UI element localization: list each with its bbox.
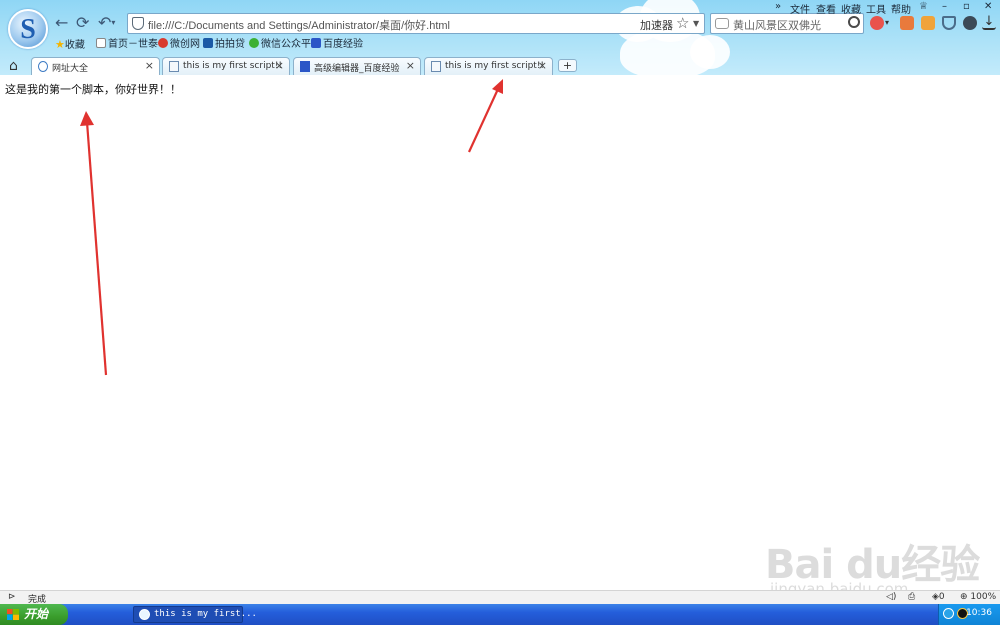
page-icon xyxy=(431,61,441,72)
screenshot-icon[interactable]: ⎙ xyxy=(908,592,915,602)
minimize-button[interactable]: – xyxy=(942,1,947,12)
weichuang-icon xyxy=(158,38,168,48)
security-count[interactable]: ◈0 xyxy=(932,592,945,602)
back-arrow-icon[interactable]: ← xyxy=(55,14,68,32)
bookmark-item[interactable]: 微创网 xyxy=(158,38,200,52)
bookmark-favorites[interactable]: ★收藏 xyxy=(55,38,85,52)
browser-app-icon xyxy=(139,609,150,620)
weibo-icon[interactable] xyxy=(870,16,884,30)
search-input[interactable]: 黄山风景区双佛光 xyxy=(733,17,821,33)
address-bar[interactable]: file:///C:/Documents and Settings/Admini… xyxy=(127,13,705,34)
tab-label: 高级编辑器_百度经验 xyxy=(314,64,400,74)
menu-view[interactable]: 查看 xyxy=(816,1,836,16)
page-icon xyxy=(169,61,179,72)
taskbar-window-label: this is my first... xyxy=(154,609,257,619)
tray-browser-icon[interactable] xyxy=(943,608,954,619)
system-tray: 10:36 xyxy=(938,604,1000,625)
baidu-paw-icon xyxy=(311,38,321,48)
chevron-down-icon[interactable]: ▼ xyxy=(693,19,699,28)
clock: 10:36 xyxy=(966,608,992,618)
page-body-text: 这是我的第一个脚本，你好世界！！ xyxy=(5,83,181,96)
close-icon[interactable]: × xyxy=(406,59,415,72)
menu-help[interactable]: 帮助 xyxy=(891,1,911,16)
zoom-value: 100% xyxy=(970,592,997,602)
skin-icon[interactable]: ♕ xyxy=(919,1,928,12)
menu-favorites[interactable]: 收藏 xyxy=(841,1,861,16)
search-engine-icon[interactable] xyxy=(715,18,729,29)
search-icon[interactable] xyxy=(848,16,860,28)
tab-first-script[interactable]: this is my first script!! × xyxy=(424,57,553,75)
start-button[interactable]: 开始 xyxy=(0,604,68,625)
sidebar-toggle-icon[interactable]: ⊳ xyxy=(8,592,16,602)
security-count-value: 0 xyxy=(938,592,945,602)
page-content: 这是我的第一个脚本，你好世界！！ Bai du经验 jingyan.baidu.… xyxy=(0,75,1000,598)
bookmark-label: 拍拍贷 xyxy=(215,39,245,50)
menu-dots-icon[interactable] xyxy=(963,16,977,30)
notes-icon[interactable] xyxy=(921,16,935,30)
tab-advanced-editor[interactable]: 高级编辑器_百度经验 × xyxy=(293,57,421,75)
bookmark-label: 微创网 xyxy=(170,39,200,50)
close-button[interactable]: ✕ xyxy=(984,1,992,12)
menu-tools[interactable]: 工具 xyxy=(866,1,886,16)
speaker-icon[interactable]: ◁) xyxy=(886,592,896,602)
browser-logo: S xyxy=(8,9,48,49)
close-icon[interactable]: × xyxy=(538,59,547,72)
os-taskbar: 开始 this is my first... 10:36 xyxy=(0,604,1000,625)
close-icon[interactable]: × xyxy=(145,59,154,72)
paipaidai-icon xyxy=(203,38,213,48)
bookmark-item[interactable]: 微信公众平 xyxy=(249,38,311,52)
status-bar: ⊳ 完成 ◁) ⎙ ◈0 ⊕ 100% xyxy=(0,590,1000,605)
tab-label: this is my first script!! xyxy=(445,61,545,71)
bookmark-label: 收藏 xyxy=(64,40,85,51)
address-url[interactable]: file:///C:/Documents and Settings/Admini… xyxy=(148,17,450,33)
baidu-jingyan-watermark: Bai du经验 jingyan.baidu.com xyxy=(760,510,995,600)
wechat-icon xyxy=(249,38,259,48)
bookmark-label: 百度经验 xyxy=(323,39,363,50)
bookmark-label: 首页－世泰 xyxy=(108,39,158,50)
tab-label: 网址大全 xyxy=(52,64,89,74)
baidu-paw-icon xyxy=(300,61,310,72)
close-icon[interactable]: × xyxy=(275,59,284,72)
accelerator-button[interactable]: 加速器 xyxy=(640,17,673,33)
bookmark-label: 微信公众平 xyxy=(261,39,311,50)
undo-close-icon[interactable]: ↶▾ xyxy=(98,14,115,32)
tab-label: this is my first script!! xyxy=(183,61,283,71)
menu-file[interactable]: 文件 xyxy=(790,1,810,16)
star-icon: ★ xyxy=(55,38,65,51)
search-box[interactable]: 黄山风景区双佛光 xyxy=(710,13,864,34)
refresh-icon[interactable]: ⟳ xyxy=(76,14,89,32)
page-icon xyxy=(96,38,106,48)
favorite-star-icon[interactable]: ☆ xyxy=(676,14,689,32)
browser-toolbar: S ← ⟳ ↶▾ file:///C:/Documents and Settin… xyxy=(0,0,1000,75)
bookmark-item[interactable]: 拍拍贷 xyxy=(203,38,245,52)
restore-button[interactable]: ▫ xyxy=(963,1,970,12)
tab-first-script[interactable]: this is my first script!! × xyxy=(162,57,290,75)
extension-icon[interactable] xyxy=(900,16,914,30)
tab-url-directory[interactable]: 网址大全 × xyxy=(31,57,160,75)
zoom-control[interactable]: ⊕ 100% xyxy=(960,592,996,602)
windows-flag-icon xyxy=(7,609,19,620)
taskbar-window-button[interactable]: this is my first... xyxy=(133,606,257,623)
shield-icon xyxy=(132,17,144,30)
home-icon[interactable]: ⌂ xyxy=(9,58,18,74)
download-icon[interactable]: ↓ xyxy=(982,15,996,30)
shield-icon[interactable] xyxy=(942,16,956,30)
bookmark-item[interactable]: 首页－世泰 xyxy=(96,38,158,52)
chevron-down-icon[interactable]: ▾ xyxy=(885,16,891,30)
start-label: 开始 xyxy=(24,607,49,621)
bookmark-item[interactable]: 百度经验 xyxy=(311,38,363,52)
new-tab-button[interactable]: + xyxy=(558,59,577,72)
tab-strip: ⌂ 网址大全 × this is my first script!! × 高级编… xyxy=(0,56,1000,75)
menu-overflow[interactable]: » xyxy=(775,1,781,12)
globe-icon xyxy=(38,61,48,72)
